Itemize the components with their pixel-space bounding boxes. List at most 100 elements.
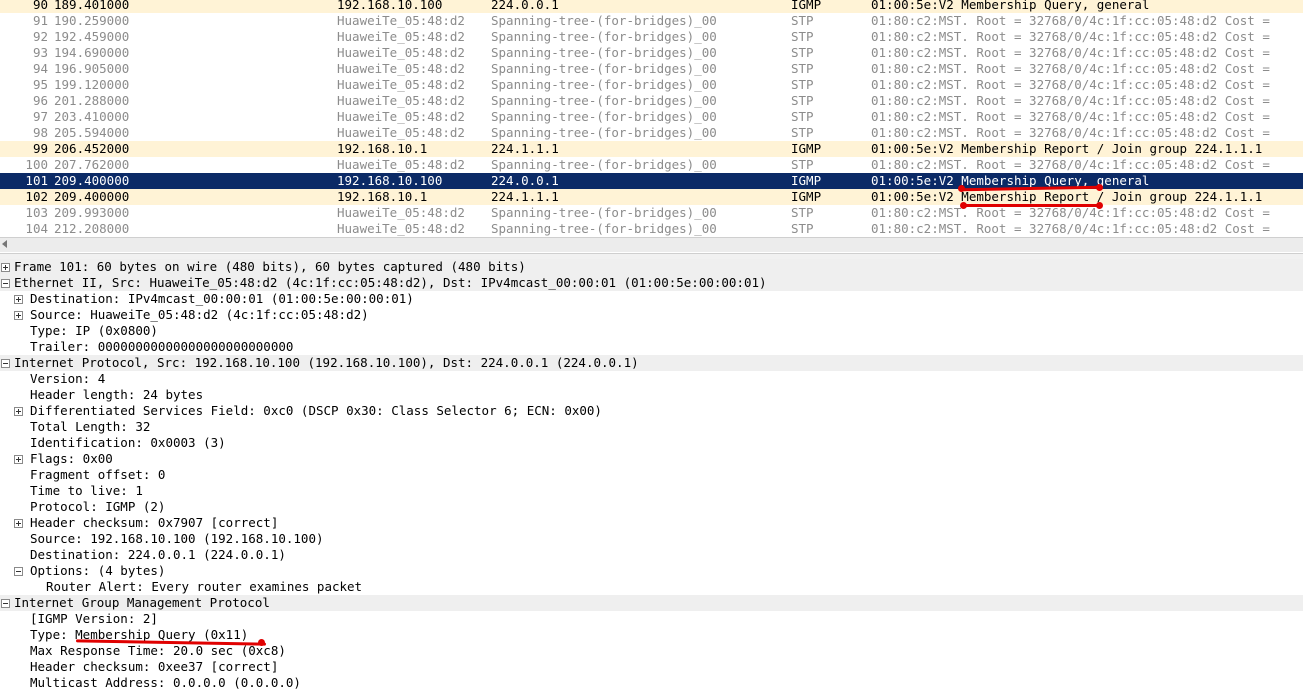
detail-section-header[interactable]: Internet Protocol, Src: 192.168.10.100 (… [0,355,1303,371]
detail-field[interactable]: [IGMP Version: 2] [0,611,1303,627]
detail-field[interactable]: Router Alert: Every router examines pack… [0,579,1303,595]
scroll-left-arrow-icon[interactable] [2,240,7,248]
detail-field[interactable]: Type: IP (0x0800) [0,323,1303,339]
packet-row[interactable]: 92 192.459000 HuaweiTe_05:48:d2 Spanning-tr… [0,29,1303,45]
detail-text: Time to live: 1 [30,483,143,498]
packet-destination: Spanning-tree-(for-bridges)_00 [491,93,717,108]
packet-source: HuaweiTe_05:48:d2 [337,157,465,172]
collapse-icon[interactable] [1,279,10,288]
annotation-dot-report-right [1096,202,1103,209]
detail-text: Destination: 224.0.0.1 (224.0.0.1) [30,547,286,562]
packet-info: 01:00:5e:V2 Membership Report / Join gro… [871,141,1263,156]
packet-protocol: STP [791,109,814,124]
expand-icon[interactable] [14,311,23,320]
packet-row[interactable]: 94 196.905000 HuaweiTe_05:48:d2 Spanning-tr… [0,61,1303,77]
collapse-icon[interactable] [1,359,10,368]
expand-icon[interactable] [14,407,23,416]
packet-source: HuaweiTe_05:48:d2 [337,61,465,76]
packet-list[interactable]: 90 189.401000 192.168.10.100 224.0.0.1 IGMP 0… [0,0,1303,237]
packet-destination: Spanning-tree-(for-bridges)_00 [491,109,717,124]
packet-destination: Spanning-tree-(for-bridges)_00 [491,77,717,92]
packet-destination: Spanning-tree-(for-bridges)_00 [491,221,717,236]
packet-row-selected[interactable]: 101 209.400000 192.168.10.100 224.0.0.1 IGMP… [0,173,1303,189]
packet-destination: 224.0.0.1 [491,0,559,12]
packet-number: 99 [32,141,48,156]
packet-time: 189.401000 [54,0,130,12]
packet-row[interactable]: 93 194.690000 HuaweiTe_05:48:d2 Spanning-tr… [0,45,1303,61]
detail-text: Options: (4 bytes) [30,563,166,578]
detail-field[interactable]: Header checksum: 0xee37 [correct] [0,659,1303,675]
detail-text: Differentiated Services Field: 0xc0 (DSC… [30,403,602,418]
packet-row[interactable]: 91 190.259000 HuaweiTe_05:48:d2 Spanning-tr… [0,13,1303,29]
detail-field[interactable]: Total Length: 32 [0,419,1303,435]
detail-field[interactable]: Max Response Time: 20.0 sec (0xc8) [0,643,1303,659]
packet-source: 192.168.10.100 [337,173,443,188]
detail-field[interactable]: Multicast Address: 0.0.0.0 (0.0.0.0) [0,675,1303,691]
detail-field[interactable]: Time to live: 1 [0,483,1303,499]
packet-row[interactable]: 103 209.993000 HuaweiTe_05:48:d2 Spanning-t… [0,205,1303,221]
packet-protocol: IGMP [791,0,822,12]
detail-field[interactable]: Identification: 0x0003 (3) [0,435,1303,451]
packet-number: 90 [32,0,48,12]
annotation-dot-type-right [258,639,265,646]
detail-text: Destination: IPv4mcast_00:00:01 (01:00:5… [30,291,414,306]
packet-details-tree[interactable]: Frame 101: 60 bytes on wire (480 bits), … [0,259,1303,697]
packet-destination: Spanning-tree-(for-bridges)_00 [491,45,717,60]
expand-icon[interactable] [14,519,23,528]
packet-row[interactable]: 96 201.288000 HuaweiTe_05:48:d2 Spanning-tr… [0,93,1303,109]
expand-icon[interactable] [14,295,23,304]
packet-number: 93 [32,45,48,60]
detail-field[interactable]: Destination: IPv4mcast_00:00:01 (01:00:5… [0,291,1303,307]
detail-field[interactable]: Trailer: 00000000000000000000000000 [0,339,1303,355]
packet-row[interactable]: 95 199.120000 HuaweiTe_05:48:d2 Spanning-tr… [0,77,1303,93]
expand-icon[interactable] [1,263,10,272]
detail-text: Header checksum: 0xee37 [correct] [30,659,279,674]
detail-field[interactable]: Flags: 0x00 [0,451,1303,467]
annotation-dot-query-left [958,185,965,192]
detail-field[interactable]: Protocol: IGMP (2) [0,499,1303,515]
packet-row[interactable]: 104 212.208000 HuaweiTe_05:48:d2 Spanning-t… [0,221,1303,237]
packet-number: 95 [32,77,48,92]
detail-section-header[interactable]: Frame 101: 60 bytes on wire (480 bits), … [0,259,1303,275]
packet-row[interactable]: 100 207.762000 HuaweiTe_05:48:d2 Spanning-t… [0,157,1303,173]
packet-row[interactable]: 98 205.594000 HuaweiTe_05:48:d2 Spanning-tr… [0,125,1303,141]
detail-field[interactable]: Differentiated Services Field: 0xc0 (DSC… [0,403,1303,419]
packet-source: HuaweiTe_05:48:d2 [337,109,465,124]
packet-info: 01:80:c2:MST. Root = 32768/0/4c:1f:cc:05… [871,157,1270,172]
detail-text: Protocol: IGMP (2) [30,499,166,514]
packet-source: 192.168.10.1 [337,189,428,204]
detail-field[interactable]: Header length: 24 bytes [0,387,1303,403]
packet-destination: 224.1.1.1 [491,141,559,156]
detail-field[interactable]: Fragment offset: 0 [0,467,1303,483]
detail-field[interactable]: Destination: 224.0.0.1 (224.0.0.1) [0,547,1303,563]
collapse-icon[interactable] [1,599,10,608]
collapse-icon[interactable] [14,567,23,576]
detail-field[interactable]: Source: HuaweiTe_05:48:d2 (4c:1f:cc:05:4… [0,307,1303,323]
packet-row[interactable]: 99 206.452000 192.168.10.1 224.1.1.1 IGMP 01:… [0,141,1303,157]
detail-text: Multicast Address: 0.0.0.0 (0.0.0.0) [30,675,301,690]
detail-text: Header checksum: 0x7907 [correct] [30,515,279,530]
detail-section-header[interactable]: Ethernet II, Src: HuaweiTe_05:48:d2 (4c:… [0,275,1303,291]
packet-destination: Spanning-tree-(for-bridges)_00 [491,29,717,44]
packet-info: 01:80:c2:MST. Root = 32768/0/4c:1f:cc:05… [871,13,1270,28]
packet-destination: 224.1.1.1 [491,189,559,204]
packet-time: 199.120000 [54,77,130,92]
detail-field[interactable]: Source: 192.168.10.100 (192.168.10.100) [0,531,1303,547]
packet-number: 91 [32,13,48,28]
packet-list-horizontal-scrollbar[interactable] [0,237,1303,252]
packet-time: 209.400000 [54,173,130,188]
packet-source: HuaweiTe_05:48:d2 [337,77,465,92]
packet-number: 104 [25,221,48,236]
detail-field[interactable]: Options: (4 bytes) [0,563,1303,579]
packet-time: 209.993000 [54,205,130,220]
detail-text: [IGMP Version: 2] [30,611,158,626]
packet-number: 96 [32,93,48,108]
detail-section-header[interactable]: Internet Group Management Protocol [0,595,1303,611]
packet-row[interactable]: 90 189.401000 192.168.10.100 224.0.0.1 IGMP 0… [0,0,1303,13]
packet-row[interactable]: 102 209.400000 192.168.10.1 224.1.1.1 IGMP 01… [0,189,1303,205]
detail-field[interactable]: Header checksum: 0x7907 [correct] [0,515,1303,531]
packet-row[interactable]: 97 203.410000 HuaweiTe_05:48:d2 Spanning-tr… [0,109,1303,125]
expand-icon[interactable] [14,455,23,464]
packet-protocol: STP [791,77,814,92]
detail-field[interactable]: Version: 4 [0,371,1303,387]
